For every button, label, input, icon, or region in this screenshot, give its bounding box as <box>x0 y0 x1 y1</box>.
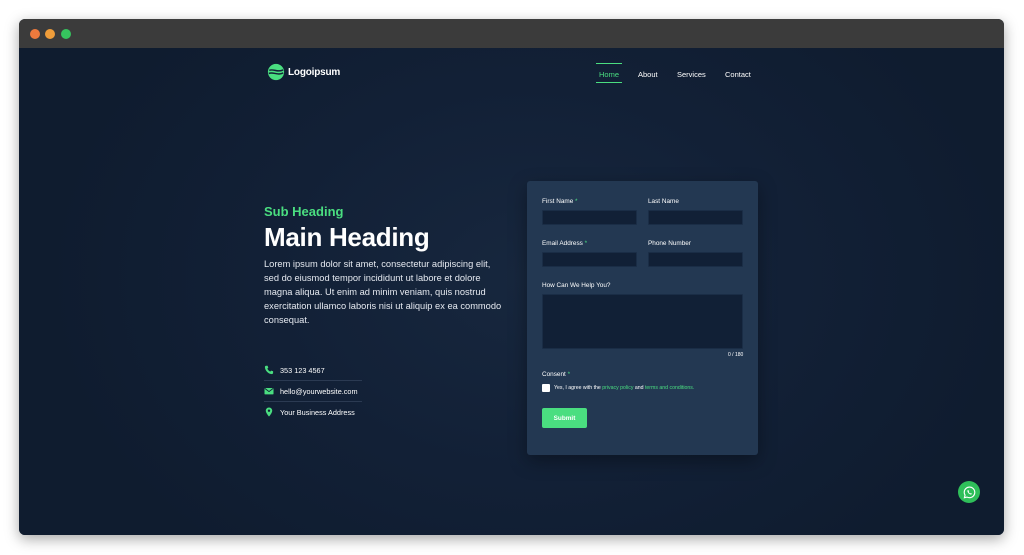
whatsapp-icon <box>963 486 975 498</box>
phone-icon <box>264 365 274 375</box>
page-content: Logoipsum Home About Services Contact Su… <box>19 48 1004 535</box>
first-name-label: First Name * <box>542 198 578 205</box>
nav-active-indicator <box>596 82 622 83</box>
email-input[interactable] <box>542 252 637 267</box>
phone-text: 353 123 4567 <box>280 365 325 375</box>
last-name-label: Last Name <box>648 198 679 205</box>
contact-form: First Name * Last Name Email Address * P… <box>527 181 758 455</box>
consent-label: Consent * <box>542 371 571 378</box>
help-label: How Can We Help You? <box>542 282 611 289</box>
nav-contact[interactable]: Contact <box>725 70 751 79</box>
whatsapp-button[interactable] <box>958 481 980 503</box>
privacy-policy-link[interactable]: privacy policy <box>602 385 633 391</box>
browser-window: Logoipsum Home About Services Contact Su… <box>19 19 1004 535</box>
terms-link[interactable]: terms and conditions. <box>645 385 694 391</box>
nav-about[interactable]: About <box>638 70 658 79</box>
phone-input[interactable] <box>648 252 743 267</box>
email-label: Email Address * <box>542 240 588 247</box>
window-titlebar <box>19 19 1004 48</box>
email-row[interactable]: hello@yourwebsite.com <box>264 381 362 402</box>
close-window-button[interactable] <box>30 29 40 39</box>
consent-checkbox[interactable] <box>542 384 550 392</box>
sub-heading: Sub Heading <box>264 204 344 219</box>
message-textarea[interactable] <box>542 294 743 349</box>
nav-active-indicator-top <box>596 63 622 64</box>
envelope-icon <box>264 388 274 395</box>
minimize-window-button[interactable] <box>45 29 55 39</box>
main-heading: Main Heading <box>264 222 430 252</box>
last-name-input[interactable] <box>648 210 743 225</box>
email-text: hello@yourwebsite.com <box>280 386 358 396</box>
hero-paragraph: Lorem ipsum dolor sit amet, consectetur … <box>264 259 502 325</box>
contact-details: 353 123 4567 hello@yourwebsite.com Your … <box>264 360 362 422</box>
phone-row[interactable]: 353 123 4567 <box>264 360 362 381</box>
nav-home[interactable]: Home <box>599 70 619 79</box>
maximize-window-button[interactable] <box>61 29 71 39</box>
main-nav: Home About Services Contact <box>19 66 1004 86</box>
hero-section: Sub Heading Main Heading Lorem ipsum dol… <box>264 204 504 327</box>
consent-text: Yes, I agree with the privacy policy and… <box>554 385 695 391</box>
character-counter: 0 / 180 <box>728 352 744 358</box>
phone-label: Phone Number <box>648 240 691 247</box>
first-name-input[interactable] <box>542 210 637 225</box>
nav-services[interactable]: Services <box>677 70 706 79</box>
address-row[interactable]: Your Business Address <box>264 402 362 422</box>
map-pin-icon <box>265 407 273 417</box>
submit-button[interactable]: Submit <box>542 408 587 428</box>
address-text: Your Business Address <box>280 407 355 417</box>
